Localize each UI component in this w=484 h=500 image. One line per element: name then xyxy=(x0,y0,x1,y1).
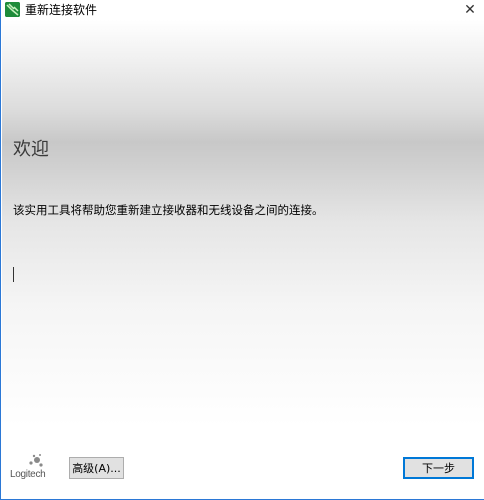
title-bar: 重新连接软件 ✕ xyxy=(1,0,484,20)
text-cursor xyxy=(13,267,14,282)
window-title: 重新连接软件 xyxy=(25,3,98,17)
wizard-content: 欢迎 该实用工具将帮助您重新建立接收器和无线设备之间的连接。 xyxy=(2,20,484,427)
advanced-button[interactable]: 高级(A)... xyxy=(69,457,124,479)
logitech-logo: Logitech xyxy=(10,453,56,483)
wizard-footer: Logitech 高级(A)... 下一步 xyxy=(2,427,484,499)
description-text: 该实用工具将帮助您重新建立接收器和无线设备之间的连接。 xyxy=(13,203,324,217)
next-button[interactable]: 下一步 xyxy=(403,457,474,479)
logitech-mark-icon xyxy=(29,454,43,467)
logo-text: Logitech xyxy=(10,469,46,480)
app-icon xyxy=(5,2,20,17)
close-icon: ✕ xyxy=(464,2,476,18)
app-window: 重新连接软件 ✕ 欢迎 该实用工具将帮助您重新建立接收器和无线设备之间的连接。 … xyxy=(0,0,484,500)
close-button[interactable]: ✕ xyxy=(455,0,484,20)
page-title: 欢迎 xyxy=(13,139,49,160)
